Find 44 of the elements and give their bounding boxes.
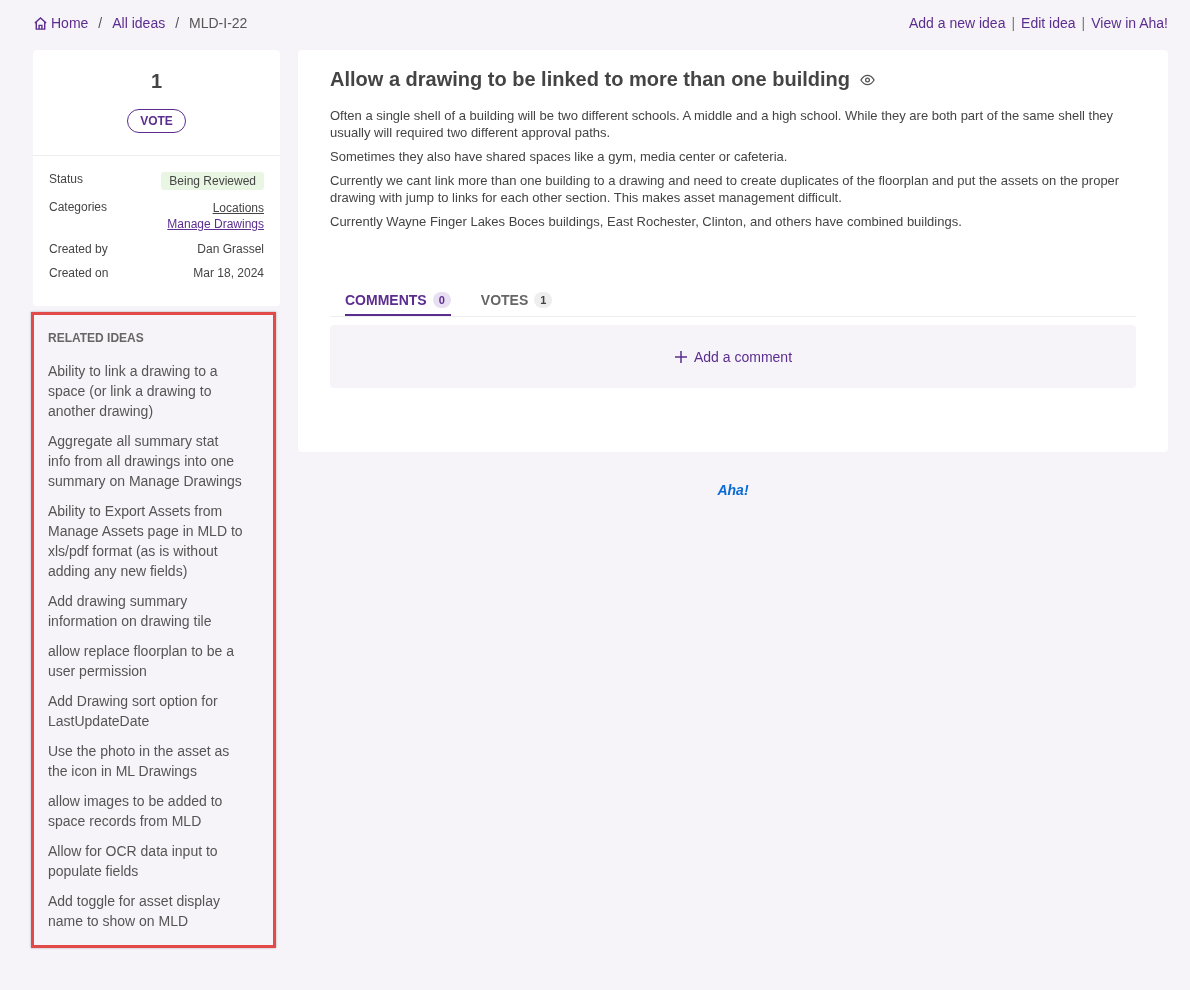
header-link[interactable]: View in Aha! bbox=[1091, 15, 1168, 31]
related-idea-link[interactable]: Add drawing summary information on drawing tile bbox=[48, 591, 243, 631]
breadcrumb-separator: / bbox=[98, 15, 103, 31]
breadcrumb-separator: / bbox=[175, 15, 180, 31]
vote-count: 1 bbox=[150, 70, 163, 93]
related-idea-link[interactable]: Add toggle for asset display name to show on MLD bbox=[48, 891, 243, 931]
breadcrumb-link[interactable]: All ideas bbox=[112, 15, 166, 31]
related-idea-link[interactable]: allow images to be added to space records from MLD bbox=[48, 791, 243, 831]
category-link[interactable]: Manage Drawings bbox=[167, 216, 264, 232]
idea-title: Allow a drawing to be linked to more than one building bbox=[330, 68, 850, 91]
home-link[interactable]: Home bbox=[33, 15, 89, 31]
related-idea-link[interactable]: allow replace floorplan to be a user permission bbox=[48, 641, 243, 681]
link-separator: | bbox=[1011, 15, 1016, 31]
related-idea-link[interactable]: Use the photo in the asset as the icon in ML Drawings bbox=[48, 741, 243, 781]
related-idea-link[interactable]: Ability to Export Assets from Manage Assets page in MLD to xls/pdf format (as is without adding any new fields) bbox=[48, 501, 243, 581]
footer-logo[interactable]: Aha! bbox=[717, 482, 749, 498]
breadcrumb-current: MLD-I-22 bbox=[189, 15, 248, 31]
tab[interactable]: VOTES 1 bbox=[480, 286, 553, 316]
tab[interactable]: COMMENTS 0 bbox=[345, 286, 451, 316]
header-link[interactable]: Add a new idea bbox=[908, 15, 1006, 31]
detail-value: Dan Grassel bbox=[197, 242, 264, 256]
link-separator: | bbox=[1081, 15, 1086, 31]
related-idea-link[interactable]: Aggregate all summary stat info from all drawings into one summary on Manage Drawings bbox=[48, 431, 243, 491]
description-paragraph: Sometimes they also have shared spaces like a gym, media center or cafeteria. bbox=[330, 148, 789, 165]
description-paragraph: Currently we cant link more than one building to a drawing and need to create duplicates of the floorplan and put the assets on the proper drawing with jump to links for each other section. This makes asset management difficult. bbox=[330, 172, 1121, 206]
home-icon bbox=[33, 15, 48, 31]
detail-value: Mar 18, 2024 bbox=[193, 266, 264, 280]
description-paragraph: Currently Wayne Finger Lakes Boces buildings, East Rochester, Clinton, and others have combined buildings. bbox=[330, 213, 963, 230]
detail-label: Created on bbox=[49, 266, 109, 280]
add-comment-button[interactable]: Add a comment bbox=[330, 325, 1136, 388]
related-idea-link[interactable]: Allow for OCR data input to populate fields bbox=[48, 841, 243, 881]
header-link[interactable]: Edit idea bbox=[1021, 15, 1076, 31]
status-badge: Being Reviewed bbox=[161, 172, 264, 190]
category-link[interactable]: Locations bbox=[212, 200, 264, 216]
vote-button[interactable]: VOTE bbox=[127, 109, 186, 133]
eye-icon[interactable] bbox=[860, 73, 875, 86]
detail-label: Created by bbox=[49, 242, 108, 256]
section-heading: RELATED IDEAS bbox=[48, 331, 145, 345]
related-idea-link[interactable]: Ability to link a drawing to a space (or link a drawing to another drawing) bbox=[48, 361, 243, 421]
detail-label: Categories bbox=[49, 200, 108, 216]
description-paragraph: Often a single shell of a building will be two different schools. A middle and a high school. While they are both part of the same shell they usually will required two different approval paths. bbox=[330, 107, 1115, 141]
plus-icon bbox=[673, 349, 688, 364]
detail-label: Status bbox=[49, 172, 84, 188]
related-idea-link[interactable]: Add Drawing sort option for LastUpdateDate bbox=[48, 691, 243, 731]
